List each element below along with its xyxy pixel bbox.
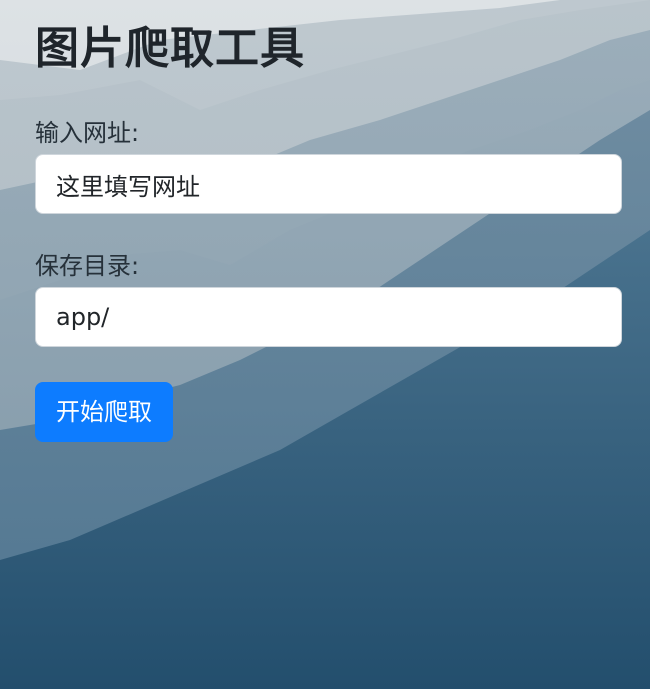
save-dir-field-label: 保存目录:	[35, 252, 140, 280]
start-crawl-button[interactable]: 开始爬取	[35, 382, 173, 442]
save-dir-input[interactable]	[35, 287, 622, 347]
page-title: 图片爬取工具	[35, 23, 305, 74]
url-input[interactable]	[35, 154, 622, 214]
url-field-label: 输入网址:	[35, 119, 140, 147]
